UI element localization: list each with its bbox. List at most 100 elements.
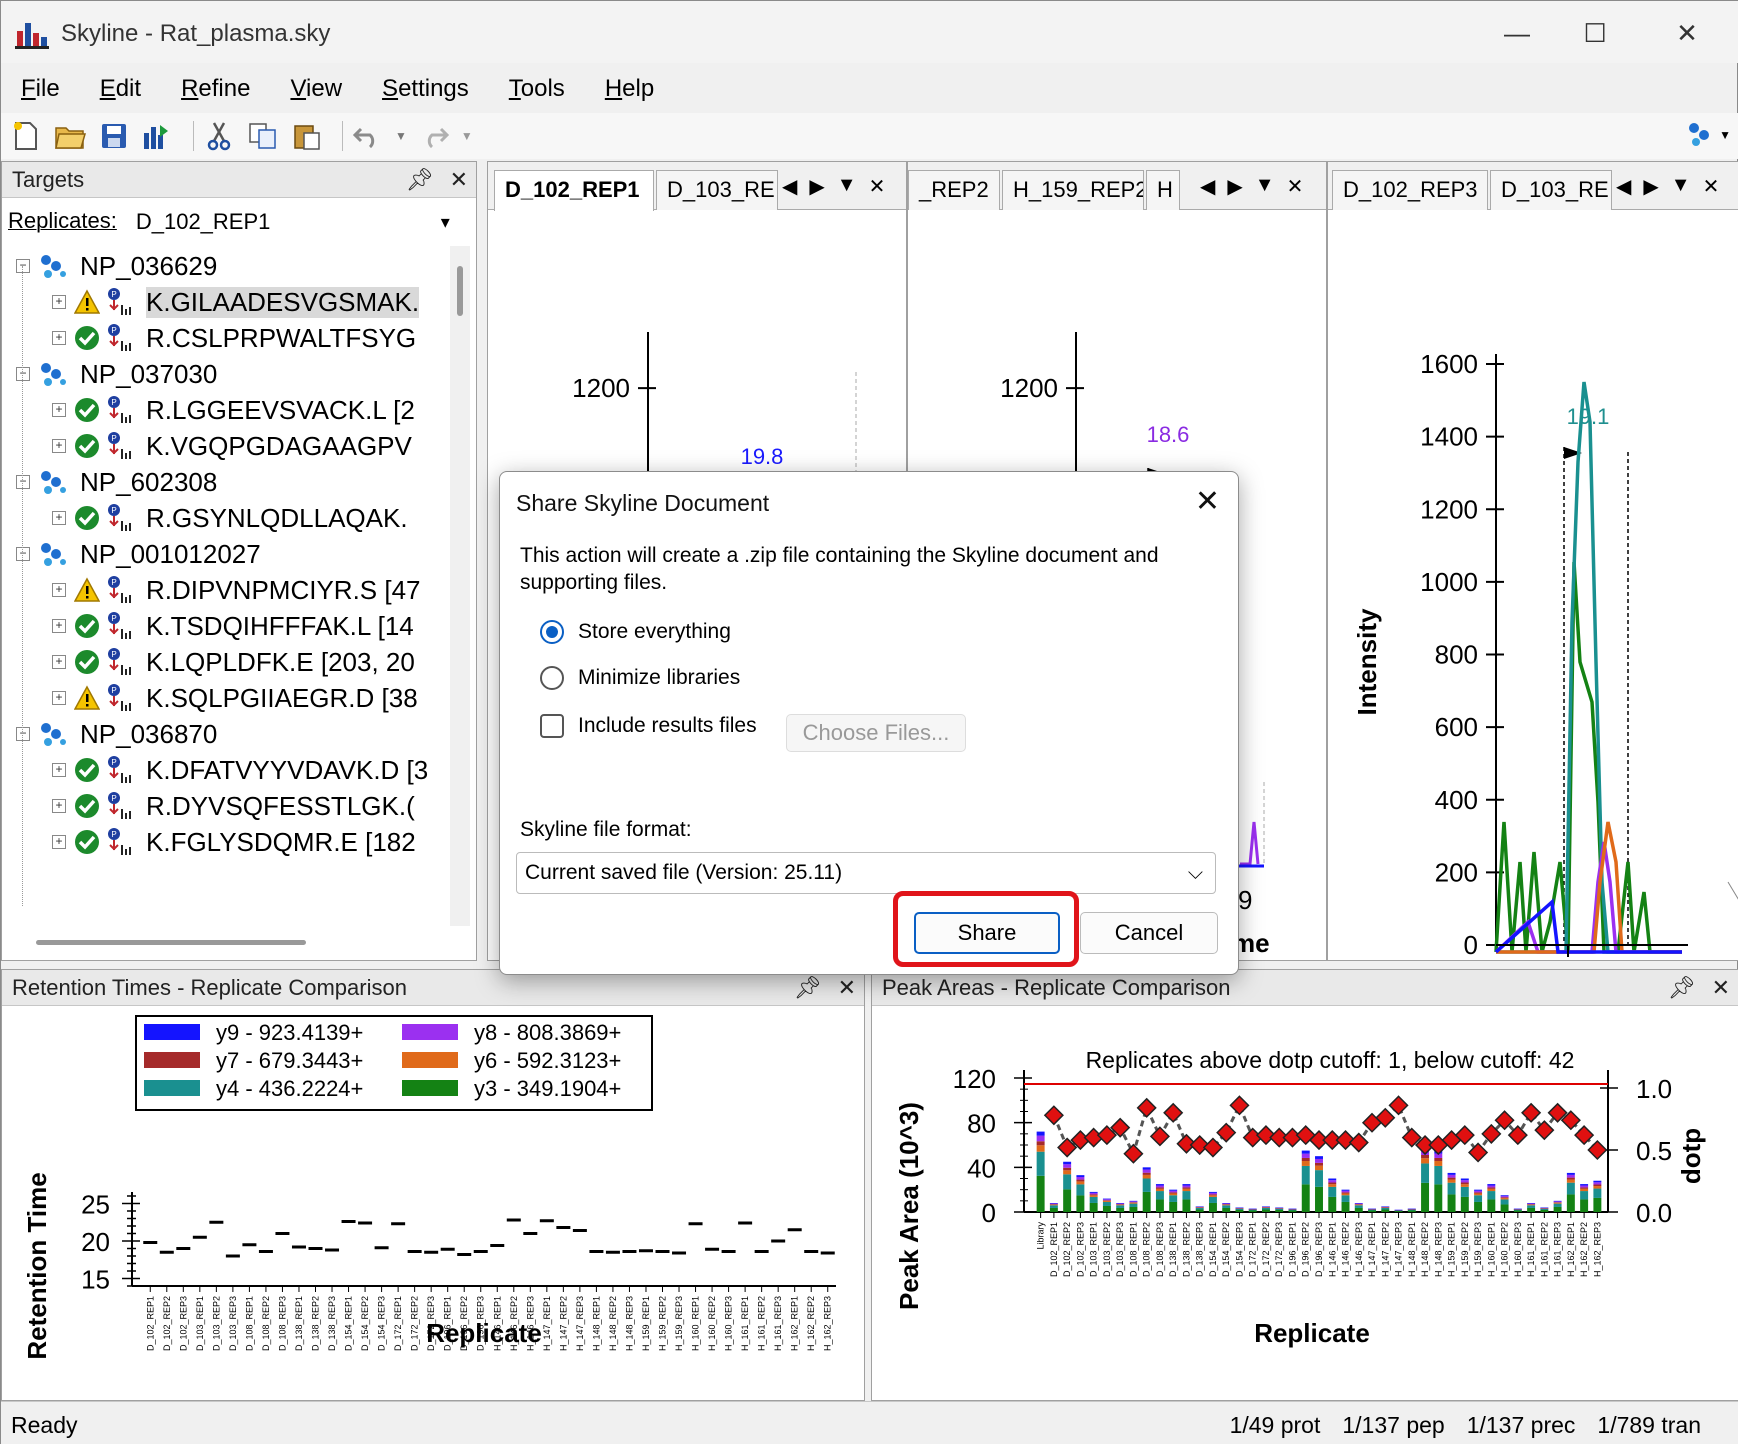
tab-nav: ◀ ▶ ▼ ✕ bbox=[782, 174, 885, 199]
expand-icon[interactable]: + bbox=[52, 835, 66, 849]
collapse-icon[interactable]: − bbox=[16, 259, 30, 273]
tab-left-icon[interactable]: ◀ bbox=[1200, 174, 1215, 199]
redo-dropdown-icon[interactable]: ▼ bbox=[461, 129, 473, 143]
tools-dropdown[interactable]: ▼ bbox=[1687, 121, 1731, 149]
menu-refine[interactable]: Refine bbox=[181, 75, 250, 103]
choose-files-button[interactable]: Choose Files... bbox=[786, 714, 966, 752]
menu-file[interactable]: File bbox=[21, 75, 60, 103]
expand-icon[interactable]: + bbox=[52, 799, 66, 813]
expand-icon[interactable]: + bbox=[52, 439, 66, 453]
tab-d-102-rep3[interactable]: D_102_REP3 bbox=[1332, 170, 1488, 210]
tab-right-icon[interactable]: ▶ bbox=[1643, 174, 1658, 199]
tree-horizontal-scrollbar[interactable] bbox=[36, 940, 306, 945]
collapse-icon[interactable]: − bbox=[16, 727, 30, 741]
close-icon[interactable]: ✕ bbox=[838, 970, 856, 1006]
paste-icon[interactable] bbox=[290, 119, 324, 153]
pin-icon[interactable]: 📌︎ bbox=[1668, 970, 1696, 1006]
tab-list-icon[interactable]: ▼ bbox=[837, 174, 857, 199]
close-icon[interactable]: ✕ bbox=[1703, 174, 1720, 199]
tab-d-103-re[interactable]: D_103_RE bbox=[656, 170, 778, 210]
expand-icon[interactable]: + bbox=[52, 403, 66, 417]
collapse-icon[interactable]: − bbox=[16, 547, 30, 561]
collapse-icon[interactable]: − bbox=[16, 475, 30, 489]
expand-icon[interactable]: + bbox=[52, 763, 66, 777]
tree-peptide-row[interactable]: + P R.DYVSQFESSTLGK.( bbox=[52, 786, 415, 826]
pin-icon[interactable]: 📌︎ bbox=[794, 970, 822, 1006]
tree-peptide-row[interactable]: + P K.TSDQIHFFFAK.L [14 bbox=[52, 606, 414, 646]
tree-peptide-row[interactable]: + P R.LGGEEVSVACK.L [2 bbox=[52, 390, 415, 430]
maximize-button[interactable]: ☐ bbox=[1563, 11, 1627, 55]
copy-icon[interactable] bbox=[246, 119, 280, 153]
close-icon[interactable]: ✕ bbox=[450, 162, 468, 198]
tab-right-icon[interactable]: ▶ bbox=[1227, 174, 1242, 199]
undo-icon[interactable] bbox=[351, 119, 385, 153]
tree-peptide-row[interactable]: + P R.GSYNLQDLLAQAK. bbox=[52, 498, 408, 538]
tab-right-icon[interactable]: ▶ bbox=[809, 174, 824, 199]
save-icon[interactable] bbox=[97, 119, 131, 153]
expand-icon[interactable]: + bbox=[52, 619, 66, 633]
close-icon[interactable]: ✕ bbox=[1712, 970, 1730, 1006]
tree-peptide-row[interactable]: + P K.SQLPGIIAEGR.D [38 bbox=[52, 678, 418, 718]
menu-tools[interactable]: Tools bbox=[509, 75, 565, 103]
close-icon[interactable]: ✕ bbox=[1287, 174, 1304, 199]
minimize-libraries-option[interactable]: Minimize libraries bbox=[540, 666, 740, 690]
peak-area-bar-segment bbox=[1527, 1204, 1536, 1206]
import-results-icon[interactable] bbox=[141, 119, 175, 153]
tab-h[interactable]: H bbox=[1146, 170, 1180, 210]
tree-protein-row[interactable]: − NP_001012027 bbox=[16, 534, 261, 574]
expand-icon[interactable]: + bbox=[52, 331, 66, 345]
pin-icon[interactable]: 📌︎ bbox=[406, 162, 434, 198]
store-everything-option[interactable]: Store everything bbox=[540, 620, 731, 644]
tree-peptide-row[interactable]: + P K.VGQPGDAGAAGPV bbox=[52, 426, 412, 466]
close-icon[interactable]: ✕ bbox=[869, 174, 886, 199]
scroll-thumb[interactable] bbox=[457, 266, 463, 316]
tab-rep2[interactable]: _REP2 bbox=[908, 170, 1000, 210]
expand-icon[interactable]: + bbox=[52, 655, 66, 669]
store-everything-radio[interactable] bbox=[540, 620, 564, 644]
open-folder-icon[interactable] bbox=[53, 119, 87, 153]
tab-list-icon[interactable]: ▼ bbox=[1255, 174, 1275, 199]
tab-d-102-rep1[interactable]: D_102_REP1 bbox=[494, 170, 654, 211]
replicates-select[interactable]: D_102_REP1 bbox=[128, 204, 459, 239]
expand-icon[interactable]: + bbox=[52, 691, 66, 705]
menu-edit[interactable]: Edit bbox=[100, 75, 141, 103]
minimize-libraries-radio[interactable] bbox=[540, 666, 564, 690]
format-select[interactable]: Current saved file (Version: 25.11) ⌵ bbox=[516, 852, 1216, 894]
tab-d-103-re[interactable]: D_103_RE bbox=[1490, 170, 1612, 210]
new-document-icon[interactable] bbox=[9, 119, 43, 153]
dialog-close-icon[interactable]: ✕ bbox=[1195, 484, 1220, 519]
menu-settings[interactable]: Settings bbox=[382, 75, 469, 103]
menu-view[interactable]: View bbox=[290, 75, 342, 103]
expand-icon[interactable]: + bbox=[52, 511, 66, 525]
cut-icon[interactable] bbox=[202, 119, 236, 153]
include-results-checkbox[interactable] bbox=[540, 714, 564, 738]
tree-protein-row[interactable]: − NP_036629 bbox=[16, 246, 217, 286]
redo-icon[interactable] bbox=[417, 119, 451, 153]
minimize-button[interactable]: — bbox=[1485, 11, 1549, 55]
include-results-option[interactable]: Include results files bbox=[540, 714, 757, 738]
tree-peptide-row[interactable]: + P K.FGLYSDQMR.E [182 bbox=[52, 822, 416, 862]
tree-peptide-row[interactable]: + P K.DFATVYYVDAVK.D [3 bbox=[52, 750, 428, 790]
collapse-icon[interactable]: − bbox=[16, 367, 30, 381]
tree-protein-row[interactable]: − NP_037030 bbox=[16, 354, 217, 394]
cancel-button[interactable]: Cancel bbox=[1080, 912, 1218, 954]
tree-peptide-row[interactable]: + P K.GILAADESVGSMAK. bbox=[52, 282, 420, 322]
close-button[interactable]: ✕ bbox=[1655, 11, 1719, 55]
rt-chart[interactable]: y9 - 923.4139+ y8 - 808.3869+ y7 - 679.344… bbox=[2, 1006, 864, 1400]
tab-list-icon[interactable]: ▼ bbox=[1671, 174, 1691, 199]
tree-peptide-row[interactable]: + P R.CSLPRPWALTFSYG bbox=[52, 318, 416, 358]
chromatogram-plot-3[interactable]: 0200400600800100012001400160019.119Reten… bbox=[1328, 210, 1738, 962]
tree-protein-row[interactable]: − NP_602308 bbox=[16, 462, 217, 502]
tab-left-icon[interactable]: ◀ bbox=[782, 174, 797, 199]
tree-peptide-row[interactable]: + P R.DIPVNPMCIYR.S [47 bbox=[52, 570, 421, 610]
tab-h-159-rep2[interactable]: H_159_REP2 bbox=[1002, 170, 1144, 210]
tree-peptide-row[interactable]: + P K.LQPLDFK.E [203, 20 bbox=[52, 642, 415, 682]
tree-vertical-scrollbar[interactable] bbox=[450, 246, 470, 926]
menu-help[interactable]: Help bbox=[605, 75, 654, 103]
tree-protein-row[interactable]: − NP_036870 bbox=[16, 714, 217, 754]
undo-dropdown-icon[interactable]: ▼ bbox=[395, 129, 407, 143]
tab-left-icon[interactable]: ◀ bbox=[1616, 174, 1631, 199]
expand-icon[interactable]: + bbox=[52, 295, 66, 309]
pa-chart[interactable]: 0 40 80 120 0.0 0.5 1.0 Peak Area (10^3) dotp Rep… bbox=[872, 1006, 1738, 1400]
expand-icon[interactable]: + bbox=[52, 583, 66, 597]
